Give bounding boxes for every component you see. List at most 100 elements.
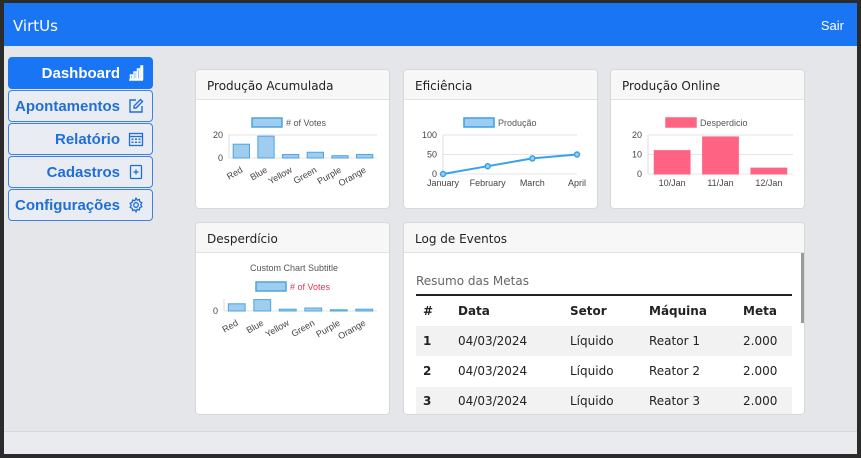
scrollbar[interactable]: [801, 253, 804, 323]
edit-icon: [129, 98, 144, 113]
x-tick-label: April: [568, 178, 586, 188]
card-title: Log de Eventos: [404, 223, 804, 253]
bar: [282, 154, 300, 159]
column-header: Máquina: [642, 295, 736, 327]
cell: 3: [416, 386, 451, 414]
data-point: [529, 155, 536, 162]
x-tick-label: Green: [290, 318, 317, 339]
cell: 1: [416, 326, 451, 357]
bar: [750, 167, 788, 175]
cell: Líquido: [563, 326, 642, 357]
logout-link[interactable]: Sair: [821, 18, 844, 33]
x-tick-label: Blue: [245, 318, 266, 336]
sidebar-item-relatorio[interactable]: Relatório: [8, 123, 153, 155]
x-tick-label: January: [427, 178, 460, 188]
card-eficiencia: Eficiência Produção 0 50 100 January February…: [403, 69, 598, 209]
column-header: Meta: [736, 295, 792, 327]
y-tick-label: 10: [632, 150, 642, 160]
legend-swatch: [665, 117, 697, 128]
card-title: Produção Online: [611, 70, 804, 100]
card-log-eventos: Log de Eventos Resumo das Metas # Data S…: [403, 222, 805, 415]
table-header-row: # Data Setor Máquina Meta: [416, 295, 792, 327]
x-tick-label: Orange: [337, 165, 368, 189]
brand-logo[interactable]: VirtUs: [13, 17, 58, 35]
x-tick-label: 10/Jan: [659, 178, 686, 188]
bar: [278, 308, 297, 312]
bar: [253, 299, 272, 312]
cell: Reator 2: [642, 356, 736, 387]
column-header: Data: [451, 295, 563, 327]
desperdicio-chart: Custom Chart Subtitle # of Votes 0Red BlueY…: [213, 263, 377, 342]
x-tick-label: Yellow: [266, 164, 294, 186]
sidebar-item-label: Configurações: [14, 196, 120, 214]
table-row: 2 04/03/2024 Líquido Reator 2 2.000: [416, 356, 792, 387]
footer: [4, 431, 857, 454]
cell: Líquido: [563, 356, 642, 387]
card-desperdicio: Desperdício Custom Chart Subtitle # of Vo…: [195, 222, 390, 415]
cell: 2.000: [736, 356, 792, 387]
cell: 2: [416, 356, 451, 387]
x-tick-label: Red: [225, 165, 244, 182]
legend-swatch: [463, 117, 495, 128]
cell: 2.000: [736, 326, 792, 357]
x-tick-label: 11/Jan: [707, 178, 733, 188]
x-tick-label: February: [470, 178, 507, 188]
cell: Líquido: [563, 386, 642, 414]
cell: 2.000: [736, 386, 792, 414]
gear-icon: [129, 197, 143, 213]
metas-table: # Data Setor Máquina Meta 1 04/03/2024 L…: [416, 294, 792, 414]
card-producao-online: Produção Online Desperdicio 0 10 20 10/Jan 11…: [610, 69, 805, 209]
x-tick-label: Red: [220, 318, 239, 335]
x-tick-label: Blue: [248, 165, 269, 183]
card-title: Produção Acumulada: [196, 70, 389, 100]
top-navbar: VirtUs Sair: [4, 3, 857, 46]
legend-label: Produção: [498, 118, 537, 128]
bar: [232, 143, 250, 159]
card-title: Desperdício: [196, 223, 389, 253]
sidebar: Dashboard Apontamentos Relatório Cadastr…: [8, 57, 153, 222]
sidebar-item-label: Apontamentos: [15, 97, 120, 115]
legend-label: # of Votes: [286, 118, 327, 128]
bar: [329, 309, 348, 312]
cell: Reator 3: [642, 386, 736, 414]
bar: [306, 151, 324, 159]
column-header: Setor: [563, 295, 642, 327]
bar: [356, 154, 374, 159]
sidebar-item-cadastros[interactable]: Cadastros: [8, 156, 153, 188]
sidebar-item-dashboard[interactable]: Dashboard: [8, 57, 153, 89]
series-line: [442, 153, 578, 175]
data-point: [484, 162, 491, 170]
card-producao-acumulada: Produção Acumulada # of Votes 0 20 Red Blue Y…: [195, 69, 390, 209]
x-tick-label: 12/Jan: [755, 178, 782, 188]
sidebar-item-label: Cadastros: [46, 163, 120, 181]
legend-swatch: [251, 117, 283, 128]
calendar-icon: [128, 132, 144, 147]
app-window: VirtUs Sair Dashboard Apontamentos Relat…: [0, 0, 861, 458]
sidebar-item-configuracoes[interactable]: Configurações: [8, 189, 153, 221]
data-point: [573, 151, 581, 158]
x-tick-label: Orange: [336, 318, 367, 342]
cell: 04/03/2024: [451, 386, 563, 414]
x-tick-label: Green: [292, 165, 319, 186]
y-tick-label: 0: [218, 153, 223, 163]
sidebar-item-apontamentos[interactable]: Apontamentos: [8, 90, 153, 122]
producao-online-chart: Desperdicio 0 10 20 10/Jan 11/Jan 12/Jan: [632, 117, 793, 188]
cell: 04/03/2024: [451, 326, 563, 357]
eficiencia-chart: Produção050100January February March April: [422, 117, 586, 188]
x-tick-label: Yellow: [264, 317, 292, 339]
bar: [227, 303, 246, 312]
log-scroll-area[interactable]: Resumo das Metas # Data Setor Máquina Me…: [416, 253, 792, 414]
y-tick-label: 0: [637, 169, 642, 179]
legend-label: Desperdicio: [700, 118, 748, 128]
x-tick-label: March: [520, 178, 545, 188]
table-row: 1 04/03/2024 Líquido Reator 1 2.000: [416, 326, 792, 357]
bar: [355, 308, 374, 312]
cell: 04/03/2024: [451, 356, 563, 387]
column-header: #: [416, 295, 451, 327]
y-tick-label: 0: [213, 306, 218, 316]
y-tick-label: 100: [422, 130, 437, 140]
bar: [653, 150, 691, 175]
producao-acumulada-chart: # of Votes020Red BlueYellowGreenPurpleOra…: [213, 117, 377, 189]
cell: Reator 1: [642, 326, 736, 357]
sidebar-item-label: Dashboard: [41, 64, 120, 82]
